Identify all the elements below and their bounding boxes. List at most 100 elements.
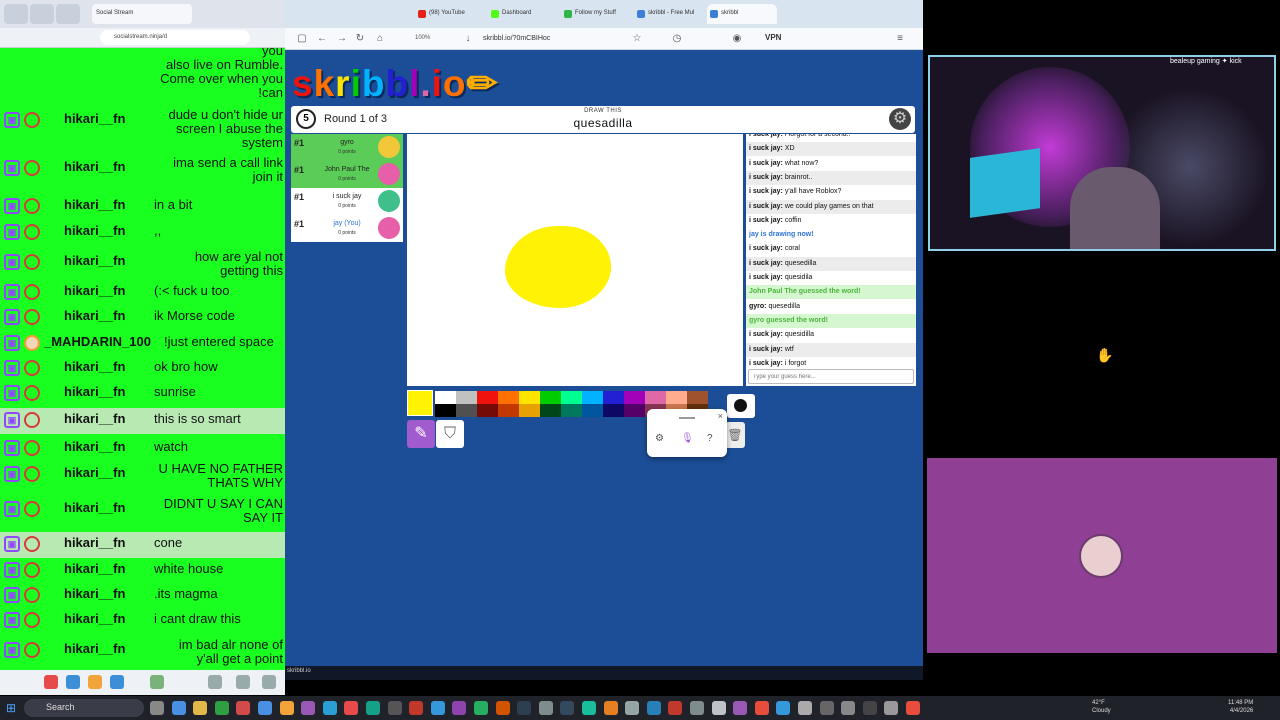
color-swatch[interactable] <box>561 404 582 417</box>
taskbar-app-icon[interactable] <box>668 701 683 715</box>
settings-gear-icon[interactable]: ⚙ <box>889 108 911 130</box>
taskbar-app-icon[interactable] <box>582 701 596 715</box>
color-swatch[interactable] <box>498 404 519 417</box>
player-row[interactable]: #1 jay (You) 0 points <box>291 215 403 242</box>
color-swatch[interactable] <box>456 404 477 417</box>
taskbar-app-icon[interactable] <box>733 701 748 715</box>
browser-tab[interactable]: Dashboard <box>488 4 558 24</box>
player-row[interactable]: #1 gyro 0 points <box>291 134 403 161</box>
close-icon[interactable] <box>262 675 276 689</box>
menu-icon[interactable]: ≡ <box>893 32 907 46</box>
taskbar-app-icon[interactable] <box>517 701 532 715</box>
taskbar-app-icon[interactable] <box>776 701 791 715</box>
color-swatch[interactable] <box>561 391 582 404</box>
zoom-level[interactable]: 100% <box>415 35 430 41</box>
color-swatch[interactable] <box>603 391 624 404</box>
taskbar-app-icon[interactable] <box>862 701 877 715</box>
taskbar-app-icon[interactable] <box>819 701 834 715</box>
microphone-icon[interactable]: 🎙 <box>681 433 694 444</box>
browser-tab[interactable]: Follow my Stuff <box>561 4 631 24</box>
taskbar-app-icon[interactable] <box>409 701 424 715</box>
vpn-button[interactable]: VPN <box>765 33 781 42</box>
taskbar-app-icon[interactable] <box>344 701 359 715</box>
close-icon[interactable]: × <box>718 411 723 421</box>
taskbar-app-icon[interactable] <box>214 701 229 715</box>
browser-tab-active[interactable]: skribbl <box>707 4 777 24</box>
taskbar-app-icon[interactable] <box>690 701 704 715</box>
color-swatch[interactable] <box>435 404 456 417</box>
taskbar-app-icon[interactable] <box>798 701 812 715</box>
taskbar-search[interactable]: Search <box>24 699 144 717</box>
taskbar-app-icon[interactable] <box>603 701 618 715</box>
color-swatch[interactable] <box>582 391 603 404</box>
color-swatch[interactable] <box>519 391 540 404</box>
guess-input[interactable] <box>748 369 914 384</box>
taskbar-app-icon[interactable] <box>538 701 553 715</box>
color-swatch[interactable] <box>519 404 540 417</box>
clear-trash-icon[interactable]: 🗑 <box>725 422 745 448</box>
color-swatch[interactable] <box>582 404 603 417</box>
taskbar-app-icon[interactable] <box>884 701 899 715</box>
taskbar-app-icon[interactable] <box>495 701 510 715</box>
filter-icon[interactable] <box>110 675 124 689</box>
taskbar-app-icon[interactable] <box>430 701 445 715</box>
settings-icon[interactable]: ⚙ <box>655 433 664 444</box>
refresh-icon[interactable] <box>150 675 164 689</box>
home-icon[interactable]: ⌂ <box>373 32 387 46</box>
player-row[interactable]: #1 i suck jay 0 points <box>291 188 403 215</box>
browser-tab[interactable]: skribbl - Free Mul <box>634 4 704 24</box>
browser-tab[interactable]: (98) YouTube <box>415 4 485 24</box>
taskbar-app-icon[interactable] <box>754 701 769 715</box>
drag-handle[interactable] <box>679 417 695 419</box>
color-swatch[interactable] <box>456 391 477 404</box>
taskbar-app-icon[interactable] <box>387 701 402 715</box>
color-swatch[interactable] <box>624 404 645 417</box>
taskbar-app-icon[interactable] <box>646 701 661 715</box>
back-icon[interactable]: ← <box>315 32 329 46</box>
color-swatch[interactable] <box>645 391 666 404</box>
speaker-icon[interactable] <box>236 675 250 689</box>
chat-url-bar[interactable]: socialstream.ninja/d <box>100 30 250 45</box>
keyboard-icon[interactable] <box>208 675 222 689</box>
weather-widget[interactable]: 42°F Cloudy <box>1092 699 1111 715</box>
taskbar-app-icon[interactable] <box>279 701 294 715</box>
taskbar-app-icon[interactable] <box>301 701 316 715</box>
taskbar-app-icon[interactable] <box>366 701 380 715</box>
taskbar-app-icon[interactable] <box>474 701 488 715</box>
color-swatch[interactable] <box>666 391 687 404</box>
taskbar-app-icon[interactable] <box>258 701 272 715</box>
taskbar-app-icon[interactable] <box>322 701 337 715</box>
brush-size-button[interactable] <box>727 394 755 418</box>
color-swatch[interactable] <box>477 404 498 417</box>
taskbar-app-icon[interactable] <box>452 701 467 715</box>
color-swatch[interactable] <box>603 404 624 417</box>
chat-tab[interactable] <box>56 4 80 24</box>
color-swatch[interactable] <box>435 391 456 404</box>
pen-tool-icon[interactable]: ✎ <box>407 420 435 448</box>
reload-icon[interactable]: ↻ <box>353 32 367 46</box>
taskbar-app-icon[interactable] <box>625 701 640 715</box>
chat-tab[interactable] <box>30 4 54 24</box>
help-icon[interactable]: ? <box>707 433 713 444</box>
fill-tool-icon[interactable]: ⛉ <box>436 420 464 448</box>
taskbar-app-icon[interactable] <box>841 701 856 715</box>
chat-icon[interactable] <box>66 675 80 689</box>
chat-tab-active[interactable]: Social Stream <box>92 4 192 24</box>
download-icon[interactable]: ↓ <box>461 32 475 46</box>
color-swatch[interactable] <box>477 391 498 404</box>
taskbar-app-icon[interactable] <box>193 701 208 715</box>
star-icon[interactable]: ☆ <box>630 32 644 46</box>
taskbar-app-icon[interactable] <box>711 701 726 715</box>
current-color[interactable] <box>407 390 433 416</box>
record-icon[interactable] <box>44 675 58 689</box>
color-swatch[interactable] <box>624 391 645 404</box>
address-bar[interactable]: skribbl.io/?0mCBIHoc <box>483 32 623 46</box>
taskbar-app-icon[interactable] <box>906 701 920 715</box>
taskbar-app-icon[interactable] <box>150 701 164 715</box>
history-icon[interactable]: ◷ <box>670 32 684 46</box>
color-swatch[interactable] <box>687 391 708 404</box>
player-row[interactable]: #1 John Paul The 0 points <box>291 161 403 188</box>
taskbar-app-icon[interactable] <box>560 701 575 715</box>
color-swatch[interactable] <box>498 391 519 404</box>
taskbar-app-icon[interactable] <box>171 701 186 715</box>
